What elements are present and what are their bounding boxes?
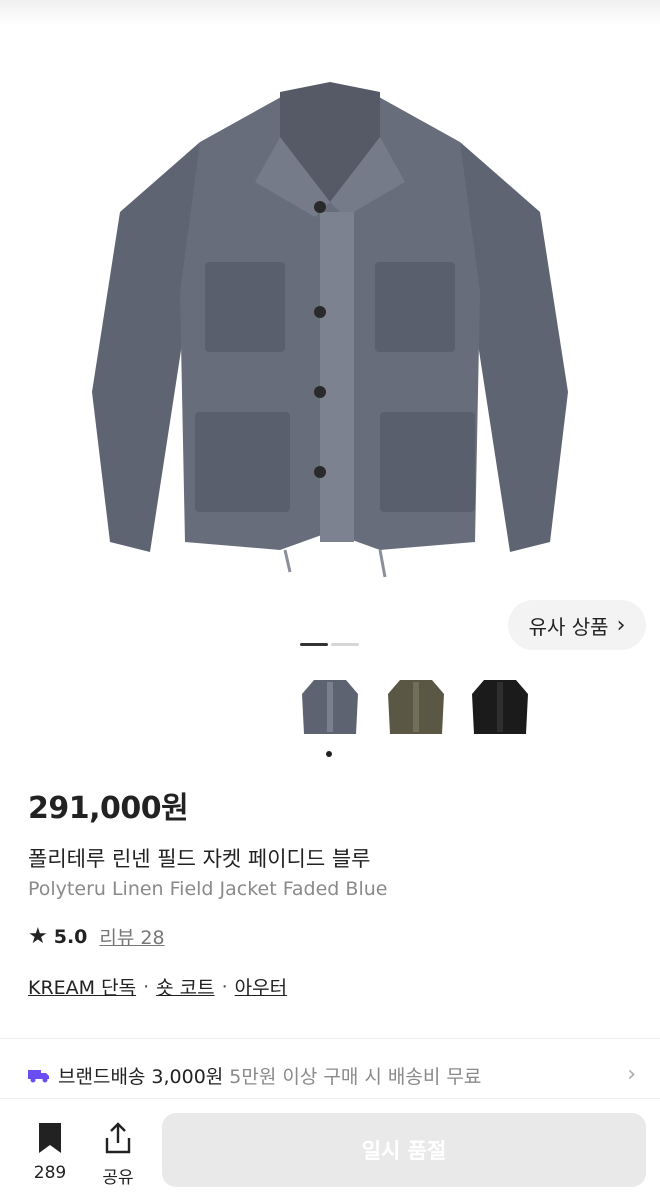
shipping-price: 3,000원 xyxy=(151,1065,224,1088)
swatch-olive[interactable] xyxy=(382,672,450,740)
image-indicator-rest xyxy=(331,643,359,646)
tag-kream-exclusive[interactable]: KREAM 단독 xyxy=(28,973,136,1000)
bottom-action-bar: 289 공유 일시 품절 xyxy=(0,1098,660,1200)
color-swatches xyxy=(0,672,660,742)
share-icon xyxy=(105,1122,131,1154)
tag-separator: · xyxy=(143,975,150,998)
truck-icon xyxy=(28,1070,49,1083)
similar-products-label: 유사 상품 xyxy=(528,614,609,639)
tag-outer[interactable]: 아우터 xyxy=(235,973,287,1000)
product-price: 291,000원 xyxy=(28,791,189,826)
shipping-label: 브랜드배송 xyxy=(58,1065,146,1088)
bookmark-icon xyxy=(39,1123,61,1153)
chevron-right-icon: › xyxy=(616,612,626,638)
reviews-link[interactable]: 리뷰 28 xyxy=(99,923,164,950)
shipping-info[interactable]: 브랜드배송 3,000원 5만원 이상 구매 시 배송비 무료 › xyxy=(28,1060,640,1090)
shipping-note: 5만원 이상 구매 시 배송비 무료 xyxy=(229,1065,482,1088)
tag-short-coat[interactable]: 숏 코트 xyxy=(156,973,214,1000)
rating-score: 5.0 xyxy=(53,925,88,948)
share-label: 공유 xyxy=(102,1168,134,1188)
tag-separator: · xyxy=(221,975,228,998)
chevron-right-icon: › xyxy=(627,1062,636,1087)
swatch-faded-blue[interactable] xyxy=(296,672,364,740)
star-icon: ★ xyxy=(28,924,48,949)
swatch-black[interactable] xyxy=(466,672,534,740)
hero-top-shade xyxy=(0,0,660,26)
product-name-english: Polyteru Linen Field Jacket Faded Blue xyxy=(28,878,388,900)
bookmark-button[interactable]: 289 xyxy=(28,1121,72,1183)
image-indicator-active xyxy=(300,643,328,646)
jacket-image xyxy=(92,82,568,578)
product-rating: ★ 5.0 리뷰 28 xyxy=(28,923,165,950)
similar-products-button[interactable]: 유사 상품 › xyxy=(508,600,646,650)
sold-out-button[interactable]: 일시 품절 xyxy=(162,1113,646,1187)
product-image[interactable]: 유사 상품 › xyxy=(0,0,660,660)
bookmark-count: 289 xyxy=(33,1163,67,1183)
product-tags: KREAM 단독 · 숏 코트 · 아우터 xyxy=(28,973,287,1000)
selected-swatch-dot xyxy=(326,751,332,757)
product-name-korean: 폴리테루 린넨 필드 자켓 페이디드 블루 xyxy=(28,847,371,871)
share-button[interactable]: 공유 xyxy=(96,1121,140,1188)
section-divider xyxy=(0,1038,660,1039)
